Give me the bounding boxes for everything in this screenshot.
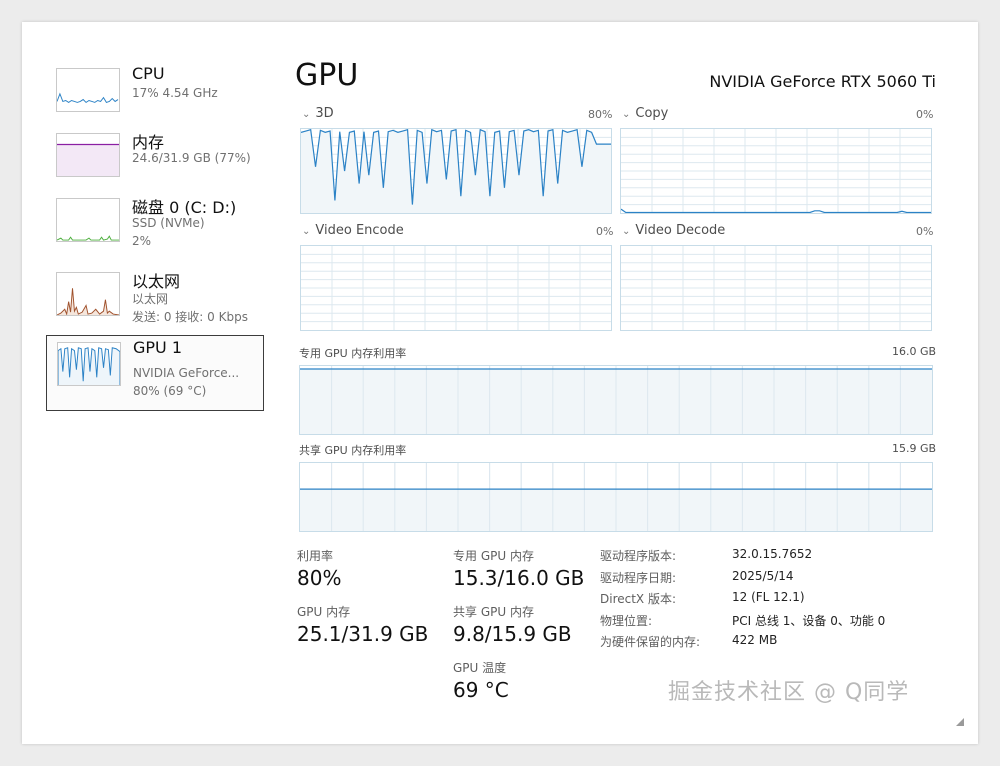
- graph-canvas: [621, 129, 931, 213]
- memory-thumbnail-graph: [56, 133, 120, 177]
- engine-selector-video-decode[interactable]: ⌄ Video Decode: [622, 223, 725, 238]
- engine-label: Video Encode: [315, 223, 404, 238]
- gpu-memory-value: 25.1/31.9 GB: [297, 622, 429, 646]
- disk-thumbnail-graph: [56, 198, 120, 242]
- sidebar-item-title: 内存: [132, 133, 165, 152]
- sidebar-item-detail: 80% (69 °C): [133, 384, 207, 398]
- resize-grip-icon[interactable]: [956, 718, 964, 726]
- chevron-down-icon: ⌄: [302, 109, 311, 120]
- shared-memory-value: 9.8/15.9 GB: [453, 622, 572, 646]
- directx-version-value: 12 (FL 12.1): [732, 590, 805, 604]
- engine-selector-3d[interactable]: ⌄ 3D: [302, 106, 334, 121]
- engine-graph-copy: [620, 128, 932, 214]
- engine-graph-3d: [300, 128, 612, 214]
- chevron-down-icon: ⌄: [302, 226, 311, 237]
- dedicated-memory-graph: [299, 365, 933, 435]
- graph-canvas: [300, 366, 932, 434]
- engine-percent: 80%: [588, 108, 613, 121]
- gpu-memory-label: GPU 内存: [297, 605, 351, 619]
- sidebar-item-detail: 发送: 0 接收: 0 Kbps: [132, 310, 248, 324]
- sidebar-item-title: 以太网: [132, 272, 181, 291]
- driver-version-value: 32.0.15.7652: [732, 547, 813, 561]
- sidebar-item-memory[interactable]: 内存 24.6/31.9 GB (77%): [46, 127, 264, 201]
- sidebar-item-ethernet[interactable]: 以太网 以太网 发送: 0 接收: 0 Kbps: [46, 266, 264, 340]
- physical-location-label: 物理位置:: [600, 614, 653, 628]
- sidebar-item-detail: 17% 4.54 GHz: [132, 86, 218, 100]
- gpu-thumbnail-graph: [57, 342, 121, 386]
- device-name: NVIDIA GeForce RTX 5060 Ti: [709, 72, 936, 91]
- reserved-memory-value: 422 MB: [732, 633, 778, 647]
- graph-canvas: [300, 463, 932, 531]
- sidebar-item-title: 磁盘 0 (C: D:): [132, 198, 237, 217]
- engine-graph-video-decode: [620, 245, 932, 331]
- page-title: GPU: [295, 58, 359, 93]
- chevron-down-icon: ⌄: [622, 226, 631, 237]
- driver-date-label: 驱动程序日期:: [600, 571, 677, 585]
- shared-memory-graph-label: 共享 GPU 内存利用率: [299, 444, 407, 457]
- sidebar-item-cpu[interactable]: CPU 17% 4.54 GHz: [46, 62, 264, 136]
- chevron-down-icon: ⌄: [622, 109, 631, 120]
- sidebar-item-detail: NVIDIA GeForce...: [133, 366, 240, 380]
- sidebar-item-detail: SSD (NVMe): [132, 216, 205, 230]
- driver-date-value: 2025/5/14: [732, 569, 794, 583]
- graph-canvas: [621, 246, 931, 330]
- engine-label: Copy: [635, 106, 669, 121]
- watermark: 掘金技术社区 @ Q同学: [668, 680, 910, 705]
- graph-canvas: [301, 129, 611, 213]
- dedicated-memory-max: 16.0 GB: [892, 345, 937, 358]
- utilization-label: 利用率: [297, 549, 334, 563]
- task-manager-window: CPU 17% 4.54 GHz 内存 24.6/31.9 GB (77%) 磁…: [22, 22, 978, 744]
- reserved-memory-label: 为硬件保留的内存:: [600, 635, 701, 649]
- driver-version-label: 驱动程序版本:: [600, 549, 677, 563]
- engine-graph-video-encode: [300, 245, 612, 331]
- engine-label: 3D: [315, 106, 334, 121]
- graph-canvas: [301, 246, 611, 330]
- sidebar-item-title: GPU 1: [133, 338, 183, 357]
- engine-label: Video Decode: [635, 223, 726, 238]
- sidebar-item-detail: 以太网: [132, 292, 169, 306]
- directx-version-label: DirectX 版本:: [600, 592, 677, 606]
- utilization-area: [301, 129, 611, 213]
- gpu-temperature-value: 69 °C: [453, 678, 509, 702]
- ethernet-thumbnail-graph: [56, 272, 120, 316]
- dedicated-memory-graph-label: 专用 GPU 内存利用率: [299, 347, 407, 360]
- shared-memory-graph: [299, 462, 933, 532]
- cpu-thumbnail-graph: [56, 68, 120, 112]
- engine-percent: 0%: [916, 108, 934, 121]
- sidebar-item-disk[interactable]: 磁盘 0 (C: D:) SSD (NVMe) 2%: [46, 192, 264, 266]
- sidebar-item-detail: 2%: [132, 234, 152, 248]
- shared-memory-label: 共享 GPU 内存: [453, 605, 534, 619]
- dedicated-memory-value: 15.3/16.0 GB: [453, 566, 585, 590]
- utilization-value: 80%: [297, 566, 342, 590]
- sidebar-item-gpu-1[interactable]: GPU 1 NVIDIA GeForce... 80% (69 °C): [46, 335, 264, 411]
- engine-selector-copy[interactable]: ⌄ Copy: [622, 106, 668, 121]
- sidebar-item-title: CPU: [132, 64, 165, 83]
- physical-location-value: PCI 总线 1、设备 0、功能 0: [732, 614, 886, 628]
- sidebar-item-detail: 24.6/31.9 GB (77%): [132, 151, 251, 165]
- dedicated-memory-label: 专用 GPU 内存: [453, 549, 534, 563]
- engine-percent: 0%: [596, 225, 614, 238]
- shared-memory-max: 15.9 GB: [892, 442, 937, 455]
- gpu-temperature-label: GPU 温度: [453, 661, 507, 675]
- engine-percent: 0%: [916, 225, 934, 238]
- engine-selector-video-encode[interactable]: ⌄ Video Encode: [302, 223, 404, 238]
